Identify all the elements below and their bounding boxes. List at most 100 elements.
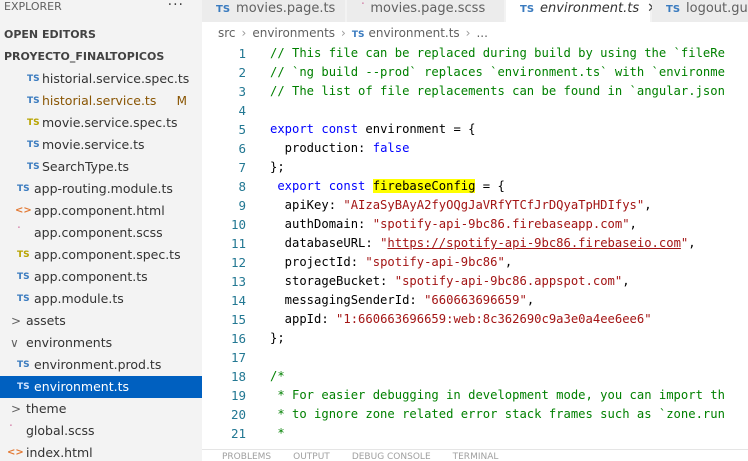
tab-movies-page-ts[interactable]: TS movies.page.ts <box>202 0 346 22</box>
file-historial-service-spec[interactable]: TS historial.service.spec.ts <box>0 68 202 90</box>
code-punct: , <box>526 293 535 307</box>
code-line: 13 storageBucket: "spotify-api-9bc86.app… <box>202 272 748 291</box>
code-line: 1 // This file can be replaced during bui… <box>202 44 748 63</box>
folder-environments[interactable]: ∨ environments <box>0 332 202 354</box>
tab-debug-console[interactable]: DEBUG CONSOLE <box>352 452 431 461</box>
line-number: 21 <box>230 426 246 441</box>
code-property: databaseURL: <box>270 236 381 250</box>
line-number: 13 <box>230 274 246 289</box>
code-line: 4 <box>202 101 748 120</box>
folder-name: environments <box>26 335 113 350</box>
typescript-file-icon: TS <box>27 140 40 150</box>
scss-file-icon: ᐝ <box>361 1 365 16</box>
typescript-file-icon: TS <box>216 4 231 15</box>
line-number: 4 <box>238 103 246 118</box>
code-text: production: false <box>270 139 410 158</box>
code-punct: , <box>504 255 513 269</box>
breadcrumb-separator-icon: › <box>341 26 346 40</box>
code-comment: // `ng build --prod` replaces `environme… <box>270 65 725 79</box>
tab-terminal[interactable]: TERMINAL <box>453 452 499 461</box>
tab-label: logout.guar <box>686 1 748 16</box>
file-app-component-scss[interactable]: ᐝ app.component.scss <box>0 222 202 244</box>
line-number: 19 <box>230 388 246 403</box>
modified-badge: M <box>176 94 187 108</box>
typescript-file-icon: TS <box>17 184 30 194</box>
code-line: 17 <box>202 348 748 367</box>
code-comment: * <box>270 426 285 440</box>
file-name: app.component.ts <box>34 269 148 284</box>
file-name: app.component.html <box>34 203 165 218</box>
line-number: 18 <box>230 369 246 384</box>
breadcrumb-item[interactable]: environments <box>252 26 335 40</box>
code-line: 7}; <box>202 158 748 177</box>
code-property: messagingSenderId: <box>270 293 425 307</box>
breadcrumb: src › environments › TS environment.ts ›... <box>202 22 748 44</box>
file-app-component-spec[interactable]: TS app.component.spec.ts <box>0 244 202 266</box>
file-environment-prod[interactable]: TS environment.prod.ts <box>0 354 202 376</box>
editor-tabs: TS movies.page.ts ᐝ movies.page.scss TS env… <box>202 0 748 22</box>
code-property: projectId: <box>270 255 366 269</box>
more-actions-icon[interactable]: ··· <box>168 0 184 13</box>
code-property: storageBucket: <box>270 274 395 288</box>
code-property: production: <box>270 141 373 155</box>
file-movie-service-spec[interactable]: TS movie.service.spec.ts <box>0 112 202 134</box>
open-editors-section[interactable]: OPEN EDITORS <box>0 24 202 46</box>
code-text: export const environment = { <box>270 120 475 139</box>
tab-environment-ts[interactable]: TSenvironment.ts✕ <box>506 0 658 22</box>
code-text: messagingSenderId: "660663696659", <box>270 291 535 310</box>
tab-output[interactable]: OUTPUT <box>293 452 330 461</box>
typescript-file-icon: TS <box>666 4 681 15</box>
code-text: databaseURL: "https://spotify-api-9bc86.… <box>270 234 696 253</box>
tab-movies-page-scss[interactable]: ᐝ movies.page.scss <box>347 0 505 22</box>
code-line: 14 messagingSenderId: "660663696659", <box>202 291 748 310</box>
file-searchtype[interactable]: TS SearchType.ts <box>0 156 202 178</box>
code-keyword: export const <box>270 179 366 193</box>
line-number: 12 <box>230 255 246 270</box>
file-environment-ts[interactable]: TS environment.ts <box>0 376 202 398</box>
code-line: 10 authDomain: "spotify-api-9bc86.fireba… <box>202 215 748 234</box>
typescript-file-icon: TS <box>27 162 40 172</box>
project-folder-header[interactable]: PROYECTO_FINALTOPICOS <box>0 46 202 68</box>
chevron-down-icon: ∨ <box>10 336 19 350</box>
code-line: 2 // `ng build --prod` replaces `environm… <box>202 63 748 82</box>
folder-assets[interactable]: > assets <box>0 310 202 332</box>
file-app-module[interactable]: TS app.module.ts <box>0 288 202 310</box>
file-name: movie.service.ts <box>42 137 145 152</box>
file-global-scss[interactable]: ᐝ global.scss <box>0 420 202 442</box>
folder-theme[interactable]: > theme <box>0 398 202 420</box>
code-editor[interactable]: 1 // This file can be replaced during bui… <box>202 44 748 443</box>
code-line: 21 * <box>202 424 748 443</box>
code-text: authDomain: "spotify-api-9bc86.firebasea… <box>270 215 637 234</box>
line-number: 1 <box>238 46 246 61</box>
line-number: 11 <box>230 236 246 251</box>
tab-problems[interactable]: PROBLEMS <box>222 452 271 461</box>
breadcrumb-item[interactable]: ... <box>476 26 487 40</box>
code-string: "spotify-api-9bc86.appspot.com" <box>394 274 623 288</box>
scss-file-icon: ᐝ <box>17 225 21 240</box>
code-line: 3 // The list of file replacements can be… <box>202 82 748 101</box>
tab-logout-guard[interactable]: TS logout.guar <box>652 0 748 22</box>
file-app-routing-module[interactable]: TS app-routing.module.ts <box>0 178 202 200</box>
code-text: appId: "1:660663696659:web:8c362690c9a3e… <box>270 310 652 329</box>
line-number: 2 <box>238 65 246 80</box>
file-movie-service[interactable]: TS movie.service.ts <box>0 134 202 156</box>
code-text: storageBucket: "spotify-api-9bc86.appspo… <box>270 272 630 291</box>
file-index-html[interactable]: <> index.html <box>0 442 202 461</box>
explorer-header: EXPLORER ··· <box>0 0 202 16</box>
code-line: 20 * to ignore zone related error stack … <box>202 405 748 424</box>
file-name: global.scss <box>26 423 95 438</box>
breadcrumb-item[interactable]: environment.ts <box>368 26 459 40</box>
code-property: appId: <box>270 312 337 326</box>
file-historial-service[interactable]: TS historial.service.ts M <box>0 90 202 112</box>
code-line: 19 * For easier debugging in development… <box>202 386 748 405</box>
code-link[interactable]: https://spotify-api-9bc86.firebaseio.com <box>387 236 681 250</box>
file-name: environment.ts <box>34 379 129 394</box>
breadcrumb-item[interactable]: src <box>218 26 236 40</box>
code-text: = { <box>475 179 505 193</box>
file-app-component-ts[interactable]: TS app.component.ts <box>0 266 202 288</box>
line-number: 3 <box>238 84 246 99</box>
file-app-component-html[interactable]: <> app.component.html <box>0 200 202 222</box>
file-name: historial.service.ts <box>42 93 157 108</box>
typescript-file-icon: TS <box>27 74 40 84</box>
code-punct: , <box>622 274 630 288</box>
